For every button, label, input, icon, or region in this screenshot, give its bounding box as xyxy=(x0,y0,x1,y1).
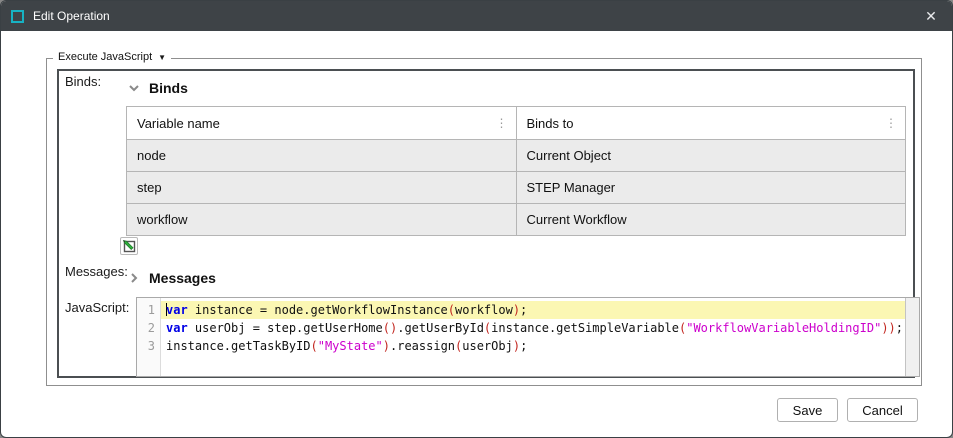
line-number: 2 xyxy=(137,319,160,337)
messages-section-title: Messages xyxy=(149,270,216,286)
editor-code[interactable]: var instance = node.getWorkflowInstance(… xyxy=(161,298,905,376)
window-title: Edit Operation xyxy=(33,9,110,23)
code-token: ( xyxy=(448,303,455,317)
line-number: 3 xyxy=(137,337,160,355)
code-token: ( xyxy=(311,339,318,353)
binds-section-toggle[interactable]: Binds xyxy=(128,80,188,96)
chevron-down-icon xyxy=(128,82,140,94)
binds-table: Variable name ⋮ Binds to ⋮ nodeCurrent O… xyxy=(126,106,906,236)
code-token: ; xyxy=(896,321,903,335)
cell-variable-name[interactable]: workflow xyxy=(127,204,517,236)
editor-vertical-scrollbar[interactable] xyxy=(905,298,919,376)
table-header-row: Variable name ⋮ Binds to ⋮ xyxy=(127,107,906,140)
column-menu-icon[interactable]: ⋮ xyxy=(885,116,897,130)
save-button[interactable]: Save xyxy=(777,398,838,422)
chevron-right-icon xyxy=(128,272,140,284)
code-token: workflow xyxy=(455,303,513,317)
table-row[interactable]: stepSTEP Manager xyxy=(127,172,906,204)
code-line[interactable]: var instance = node.getWorkflowInstance(… xyxy=(161,301,905,319)
table-row[interactable]: workflowCurrent Workflow xyxy=(127,204,906,236)
cell-binds-to[interactable]: Current Object xyxy=(516,140,906,172)
javascript-code-editor[interactable]: 123 var instance = node.getWorkflowInsta… xyxy=(136,297,920,377)
dropdown-arrow-icon[interactable]: ▼ xyxy=(158,53,166,62)
cell-variable-name[interactable]: node xyxy=(127,140,517,172)
operation-type-selector[interactable]: Execute JavaScript ▼ xyxy=(53,51,171,63)
column-header-label: Binds to xyxy=(527,116,574,131)
binds-table-body: nodeCurrent ObjectstepSTEP Managerworkfl… xyxy=(127,140,906,236)
code-token: ) xyxy=(513,303,520,317)
code-line[interactable]: instance.getTaskByID("MyState").reassign… xyxy=(161,337,905,355)
titlebar: Edit Operation ✕ xyxy=(1,1,952,31)
code-token: instance.getTaskByID xyxy=(166,339,311,353)
code-token: ) xyxy=(513,339,520,353)
editor-gutter: 123 xyxy=(137,298,161,376)
code-token: instance.getSimpleVariable xyxy=(491,321,679,335)
code-token: "MyState" xyxy=(318,339,383,353)
code-token: ) xyxy=(383,339,390,353)
code-token: .getUserById xyxy=(397,321,484,335)
cell-binds-to[interactable]: Current Workflow xyxy=(516,204,906,236)
column-header-binds-to[interactable]: Binds to ⋮ xyxy=(516,107,906,140)
code-token: () xyxy=(383,321,397,335)
code-token: userObj = step.getUserHome xyxy=(188,321,383,335)
edit-pencil-icon xyxy=(122,239,136,253)
messages-section-toggle[interactable]: Messages xyxy=(128,270,216,286)
binds-field-label: Binds: xyxy=(65,74,101,89)
code-token: "WorkflowVariableHoldingID" xyxy=(686,321,881,335)
cancel-button[interactable]: Cancel xyxy=(847,398,918,422)
table-row[interactable]: nodeCurrent Object xyxy=(127,140,906,172)
code-token: .reassign xyxy=(390,339,455,353)
cell-binds-to[interactable]: STEP Manager xyxy=(516,172,906,204)
edit-operation-dialog: Edit Operation ✕ Execute JavaScript ▼ Bi… xyxy=(0,0,953,438)
messages-field-label: Messages: xyxy=(65,264,128,279)
operation-type-label: Execute JavaScript xyxy=(58,51,152,63)
binds-section-title: Binds xyxy=(149,80,188,96)
line-number: 1 xyxy=(137,301,160,319)
edit-table-button[interactable] xyxy=(120,237,138,255)
column-header-label: Variable name xyxy=(137,116,220,131)
code-token: ; xyxy=(520,339,527,353)
window-icon xyxy=(11,10,24,23)
column-menu-icon[interactable]: ⋮ xyxy=(496,116,508,130)
code-token: instance = node.getWorkflowInstance xyxy=(188,303,448,317)
close-icon[interactable]: ✕ xyxy=(920,5,942,27)
code-token: userObj xyxy=(462,339,513,353)
code-token: ; xyxy=(520,303,527,317)
column-header-variable-name[interactable]: Variable name ⋮ xyxy=(127,107,517,140)
cell-variable-name[interactable]: step xyxy=(127,172,517,204)
javascript-field-label: JavaScript: xyxy=(65,300,129,315)
code-token: )) xyxy=(881,321,895,335)
code-line[interactable]: var userObj = step.getUserHome().getUser… xyxy=(161,319,905,337)
code-token: var xyxy=(166,303,188,317)
code-token: var xyxy=(166,321,188,335)
